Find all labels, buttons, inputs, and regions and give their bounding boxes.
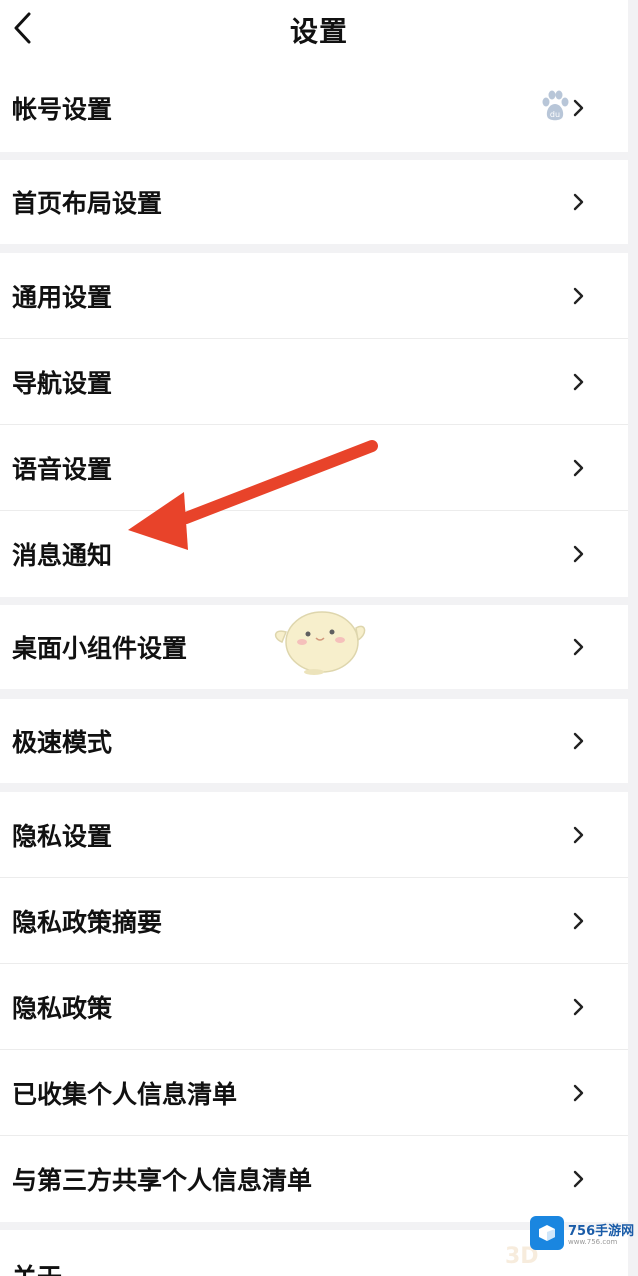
right-margin bbox=[628, 0, 638, 1276]
chevron-right-icon bbox=[573, 459, 584, 477]
chevron-right-icon bbox=[573, 1170, 584, 1188]
row-speed-mode[interactable]: 极速模式 bbox=[0, 699, 628, 783]
cube-icon bbox=[539, 1225, 555, 1241]
row-label: 关于 bbox=[12, 1258, 62, 1276]
svg-text:du: du bbox=[550, 110, 560, 119]
row-label: 极速模式 bbox=[12, 728, 113, 757]
row-label: 已收集个人信息清单 bbox=[12, 1080, 238, 1109]
row-privacy-policy-summary[interactable]: 隐私政策摘要 bbox=[0, 878, 628, 964]
row-privacy-policy[interactable]: 隐私政策 bbox=[0, 964, 628, 1050]
row-general-settings[interactable]: 通用设置 bbox=[0, 253, 628, 339]
row-label: 帐号设置 bbox=[12, 95, 113, 124]
chevron-right-icon bbox=[573, 826, 584, 844]
row-label: 与第三方共享个人信息清单 bbox=[12, 1166, 313, 1195]
row-label: 导航设置 bbox=[12, 369, 113, 398]
row-label: 消息通知 bbox=[12, 541, 113, 570]
watermark-logo-icon bbox=[530, 1216, 564, 1250]
watermark-brand: 756手游网 bbox=[568, 1224, 635, 1239]
baidu-paw-icon: du bbox=[542, 90, 569, 121]
row-label: 通用设置 bbox=[12, 283, 113, 312]
row-collected-personal-info-list[interactable]: 已收集个人信息清单 bbox=[0, 1050, 628, 1136]
chevron-right-icon bbox=[573, 373, 584, 391]
chevron-right-icon bbox=[573, 99, 584, 117]
row-navigation-settings[interactable]: 导航设置 bbox=[0, 339, 628, 425]
row-home-layout-settings[interactable]: 首页布局设置 bbox=[0, 160, 628, 244]
watermark-url: www.756.com bbox=[568, 1238, 618, 1246]
row-privacy-settings[interactable]: 隐私设置 bbox=[0, 792, 628, 878]
page-title: 设置 bbox=[289, 15, 348, 48]
chevron-right-icon bbox=[573, 638, 584, 656]
bird-mascot-sticker bbox=[274, 611, 366, 675]
row-account-settings[interactable]: 帐号设置 bbox=[0, 64, 628, 152]
chevron-right-icon bbox=[573, 287, 584, 305]
chevron-right-icon bbox=[573, 998, 584, 1016]
chevron-right-icon bbox=[573, 732, 584, 750]
row-label: 隐私政策 bbox=[12, 994, 113, 1023]
row-label: 隐私政策摘要 bbox=[12, 908, 163, 937]
chevron-right-icon bbox=[573, 193, 584, 211]
row-label: 桌面小组件设置 bbox=[12, 634, 188, 663]
chevron-right-icon bbox=[573, 912, 584, 930]
annotation-arrow bbox=[128, 440, 378, 550]
chevron-right-icon bbox=[573, 1084, 584, 1102]
row-label: 语音设置 bbox=[12, 455, 113, 484]
row-label: 隐私设置 bbox=[12, 822, 113, 851]
app-header: 设置 bbox=[0, 0, 638, 65]
chevron-right-icon bbox=[573, 545, 584, 563]
row-label: 首页布局设置 bbox=[12, 189, 163, 218]
row-third-party-shared-info-list[interactable]: 与第三方共享个人信息清单 bbox=[0, 1136, 628, 1222]
